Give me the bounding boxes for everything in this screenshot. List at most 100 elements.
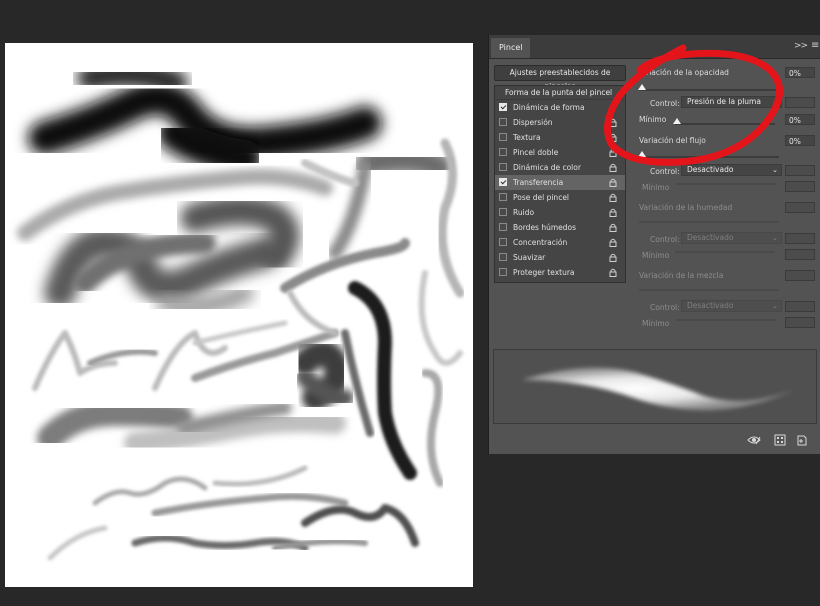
lock-icon[interactable] [609,223,617,232]
brush-strokes-artwork [17,61,465,561]
wet-minimum-label: Mínimo [642,251,670,260]
flow-control-label: Control: [650,167,680,176]
option-label: Dinámica de forma [513,103,585,112]
mix-jitter-label: Variación de la mezcla [639,271,724,280]
lock-icon[interactable] [609,163,617,172]
opacity-jitter-slider[interactable] [639,89,779,91]
option-checkbox[interactable] [499,238,507,246]
wet-jitter-input [785,202,815,213]
lock-icon[interactable] [609,208,617,217]
option-checkbox[interactable] [499,193,507,201]
slider-thumb-icon[interactable] [638,84,646,90]
lock-icon[interactable] [609,148,617,157]
flow-jitter-input[interactable]: 0% [785,135,815,146]
option-checkbox[interactable] [499,133,507,141]
minimum-label: Mínimo [639,115,667,124]
wet-minimum-slider [675,251,775,253]
minimum-slider[interactable] [675,123,775,125]
mix-jitter-input [785,270,815,281]
document-canvas[interactable] [5,43,473,587]
opacity-control-extra-field[interactable] [785,97,815,108]
brush-presets-button[interactable]: Ajustes preestablecidos de pinceles [494,65,626,91]
brush-option-item[interactable]: Pincel doble [495,145,625,160]
opacity-control-select[interactable]: Presión de la pluma ⌄ [681,96,782,108]
new-brush-icon[interactable] [795,434,809,446]
flow-jitter-slider[interactable] [639,156,779,158]
lock-icon[interactable] [609,268,617,277]
panel-tab-bar: Pincel >> ≡ [489,35,820,59]
mix-control-select: Desactivado ⌄ [681,300,782,312]
panel-footer [489,428,820,454]
flow-jitter-label: Variación del flujo [639,136,706,145]
wet-control-select: Desactivado ⌄ [681,232,782,244]
option-checkbox[interactable] [499,103,507,111]
option-checkbox[interactable] [499,148,507,156]
lock-icon[interactable] [609,193,617,202]
brush-option-item[interactable]: Suavizar [495,250,625,265]
flow-minimum-input [785,181,815,192]
wet-control-label: Control: [650,235,680,244]
lock-icon[interactable] [609,238,617,247]
brush-options-list: Forma de la punta del pincel Dinámica de… [494,85,626,283]
brush-tip-shape-item[interactable]: Forma de la punta del pincel [495,86,625,100]
option-checkbox[interactable] [499,163,507,171]
option-checkbox[interactable] [499,268,507,276]
hamburger-icon[interactable]: ≡ [811,40,819,51]
wet-jitter-label: Variación de la humedad [639,203,733,212]
mix-control-extra-field [785,301,815,312]
flow-control-extra-field[interactable] [785,165,815,176]
brush-option-item[interactable]: Dispersión [495,115,625,130]
brush-option-item[interactable]: Transferencia [495,175,625,190]
opacity-control-label: Control: [650,99,680,108]
chevron-down-icon: ⌄ [772,166,778,174]
opacity-control-value: Presión de la pluma [687,97,761,106]
option-label: Transferencia [513,178,564,187]
option-checkbox[interactable] [499,223,507,231]
brush-option-item[interactable]: Pose del pincel [495,190,625,205]
option-checkbox[interactable] [499,208,507,216]
opacity-jitter-input[interactable]: 0% [785,67,815,78]
tab-pincel[interactable]: Pincel [491,38,531,58]
mix-control-value: Desactivado [687,301,734,310]
option-label: Textura [513,133,541,142]
flow-control-select[interactable]: Desactivado ⌄ [681,164,782,176]
option-label: Suavizar [513,253,546,262]
brush-option-item[interactable]: Dinámica de forma [495,100,625,115]
option-label: Proteger textura [513,268,575,277]
brush-option-item[interactable]: Ruido [495,205,625,220]
option-label: Bordes húmedos [513,223,577,232]
brush-option-item[interactable]: Dinámica de color [495,160,625,175]
slider-thumb-icon[interactable] [638,151,646,157]
brush-option-item[interactable]: Proteger textura [495,265,625,280]
option-label: Dinámica de color [513,163,581,172]
option-checkbox[interactable] [499,178,507,186]
brush-option-item[interactable]: Textura [495,130,625,145]
visibility-icon[interactable] [747,434,761,446]
mix-jitter-slider [639,289,779,291]
slider-thumb-icon[interactable] [673,118,681,124]
brush-option-item[interactable]: Concentración [495,235,625,250]
option-label: Concentración [513,238,568,247]
mix-minimum-input [785,317,815,328]
double-chevron-icon[interactable]: >> [794,41,808,51]
lock-icon[interactable] [609,118,617,127]
wet-jitter-slider [639,221,779,223]
lock-icon[interactable] [609,133,617,142]
minimum-input[interactable]: 0% [785,114,815,125]
brush-option-item[interactable]: Bordes húmedos [495,220,625,235]
flow-minimum-label: Mínimo [642,183,670,192]
option-label: Ruido [513,208,535,217]
option-checkbox[interactable] [499,253,507,261]
brush-library-icon[interactable] [773,434,787,446]
chevron-down-icon: ⌄ [772,98,778,106]
lock-icon[interactable] [609,253,617,262]
brush-stroke-preview [493,349,817,424]
chevron-down-icon: ⌄ [772,234,778,242]
flow-minimum-slider [675,183,775,185]
flow-control-value: Desactivado [687,165,734,174]
wet-control-extra-field [785,233,815,244]
lock-icon[interactable] [609,178,617,187]
wet-control-value: Desactivado [687,233,734,242]
option-checkbox[interactable] [499,118,507,126]
option-label: Dispersión [513,118,553,127]
